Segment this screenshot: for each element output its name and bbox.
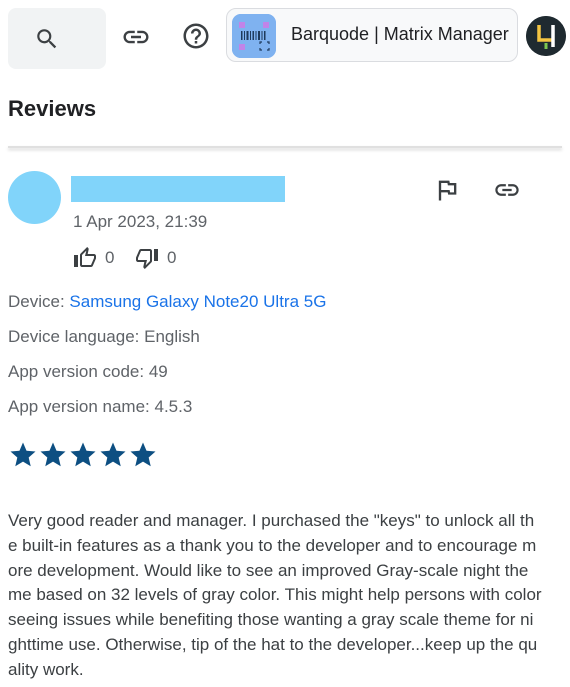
app-version-code-value: 49: [148, 362, 168, 381]
app-version-name-line: App version name: 4.5.3: [8, 397, 192, 417]
section-title: Reviews: [8, 96, 97, 121]
thumbs-up-button[interactable]: [73, 246, 97, 270]
thumbs-down-count: 0: [167, 248, 177, 267]
review-date: 1 Apr 2023, 21:39: [73, 212, 208, 231]
device-label: Device:: [8, 292, 65, 311]
thumb-down-icon: [136, 249, 158, 269]
star-icon: [130, 442, 156, 467]
device-language-label: Device language:: [8, 327, 140, 346]
top-bar: Barquode | Matrix Manager: [0, 0, 570, 76]
reviewer-avatar: [8, 171, 61, 224]
app-version-code-label: App version code:: [8, 362, 145, 381]
app-version-code-line: App version code: 49: [8, 362, 168, 382]
star-rating: [8, 440, 158, 470]
reviewer-name-redacted: [71, 176, 285, 202]
account-avatar[interactable]: [526, 16, 566, 56]
device-link[interactable]: Samsung Galaxy Note20 Ultra 5G: [69, 292, 326, 311]
star-icon: [70, 442, 96, 467]
app-chip[interactable]: Barquode | Matrix Manager: [226, 8, 518, 62]
app-name: Barquode | Matrix Manager: [291, 24, 509, 44]
search-button[interactable]: [8, 8, 106, 69]
link-icon: [123, 30, 149, 44]
app-version-name-label: App version name:: [8, 397, 150, 416]
thumbs-up-count: 0: [105, 248, 115, 267]
star-icon: [10, 442, 36, 467]
help-button[interactable]: [181, 21, 211, 51]
thumb-up-icon: [74, 247, 96, 267]
flag-icon: [438, 180, 457, 201]
device-line: Device: Samsung Galaxy Note20 Ultra 5G: [8, 292, 326, 312]
review-link-button[interactable]: [492, 176, 522, 204]
star-icon: [40, 442, 66, 467]
copy-link-button[interactable]: [121, 22, 151, 52]
report-button[interactable]: [433, 176, 461, 204]
device-language-value: English: [144, 327, 200, 346]
developer-logo-icon: [526, 16, 566, 56]
star-icon: [100, 442, 126, 467]
search-icon: [37, 29, 57, 49]
app-version-name-value: 4.5.3: [154, 397, 193, 416]
device-language-line: Device language: English: [8, 327, 200, 347]
app-icon: [232, 14, 276, 58]
barcode-app-icon: [232, 14, 276, 58]
thumbs-down-button[interactable]: [135, 246, 159, 270]
link-icon: [495, 184, 519, 196]
divider: [8, 146, 562, 148]
help-icon: [183, 23, 209, 49]
review-text: Very good reader and manager. I purchase…: [8, 511, 542, 679]
